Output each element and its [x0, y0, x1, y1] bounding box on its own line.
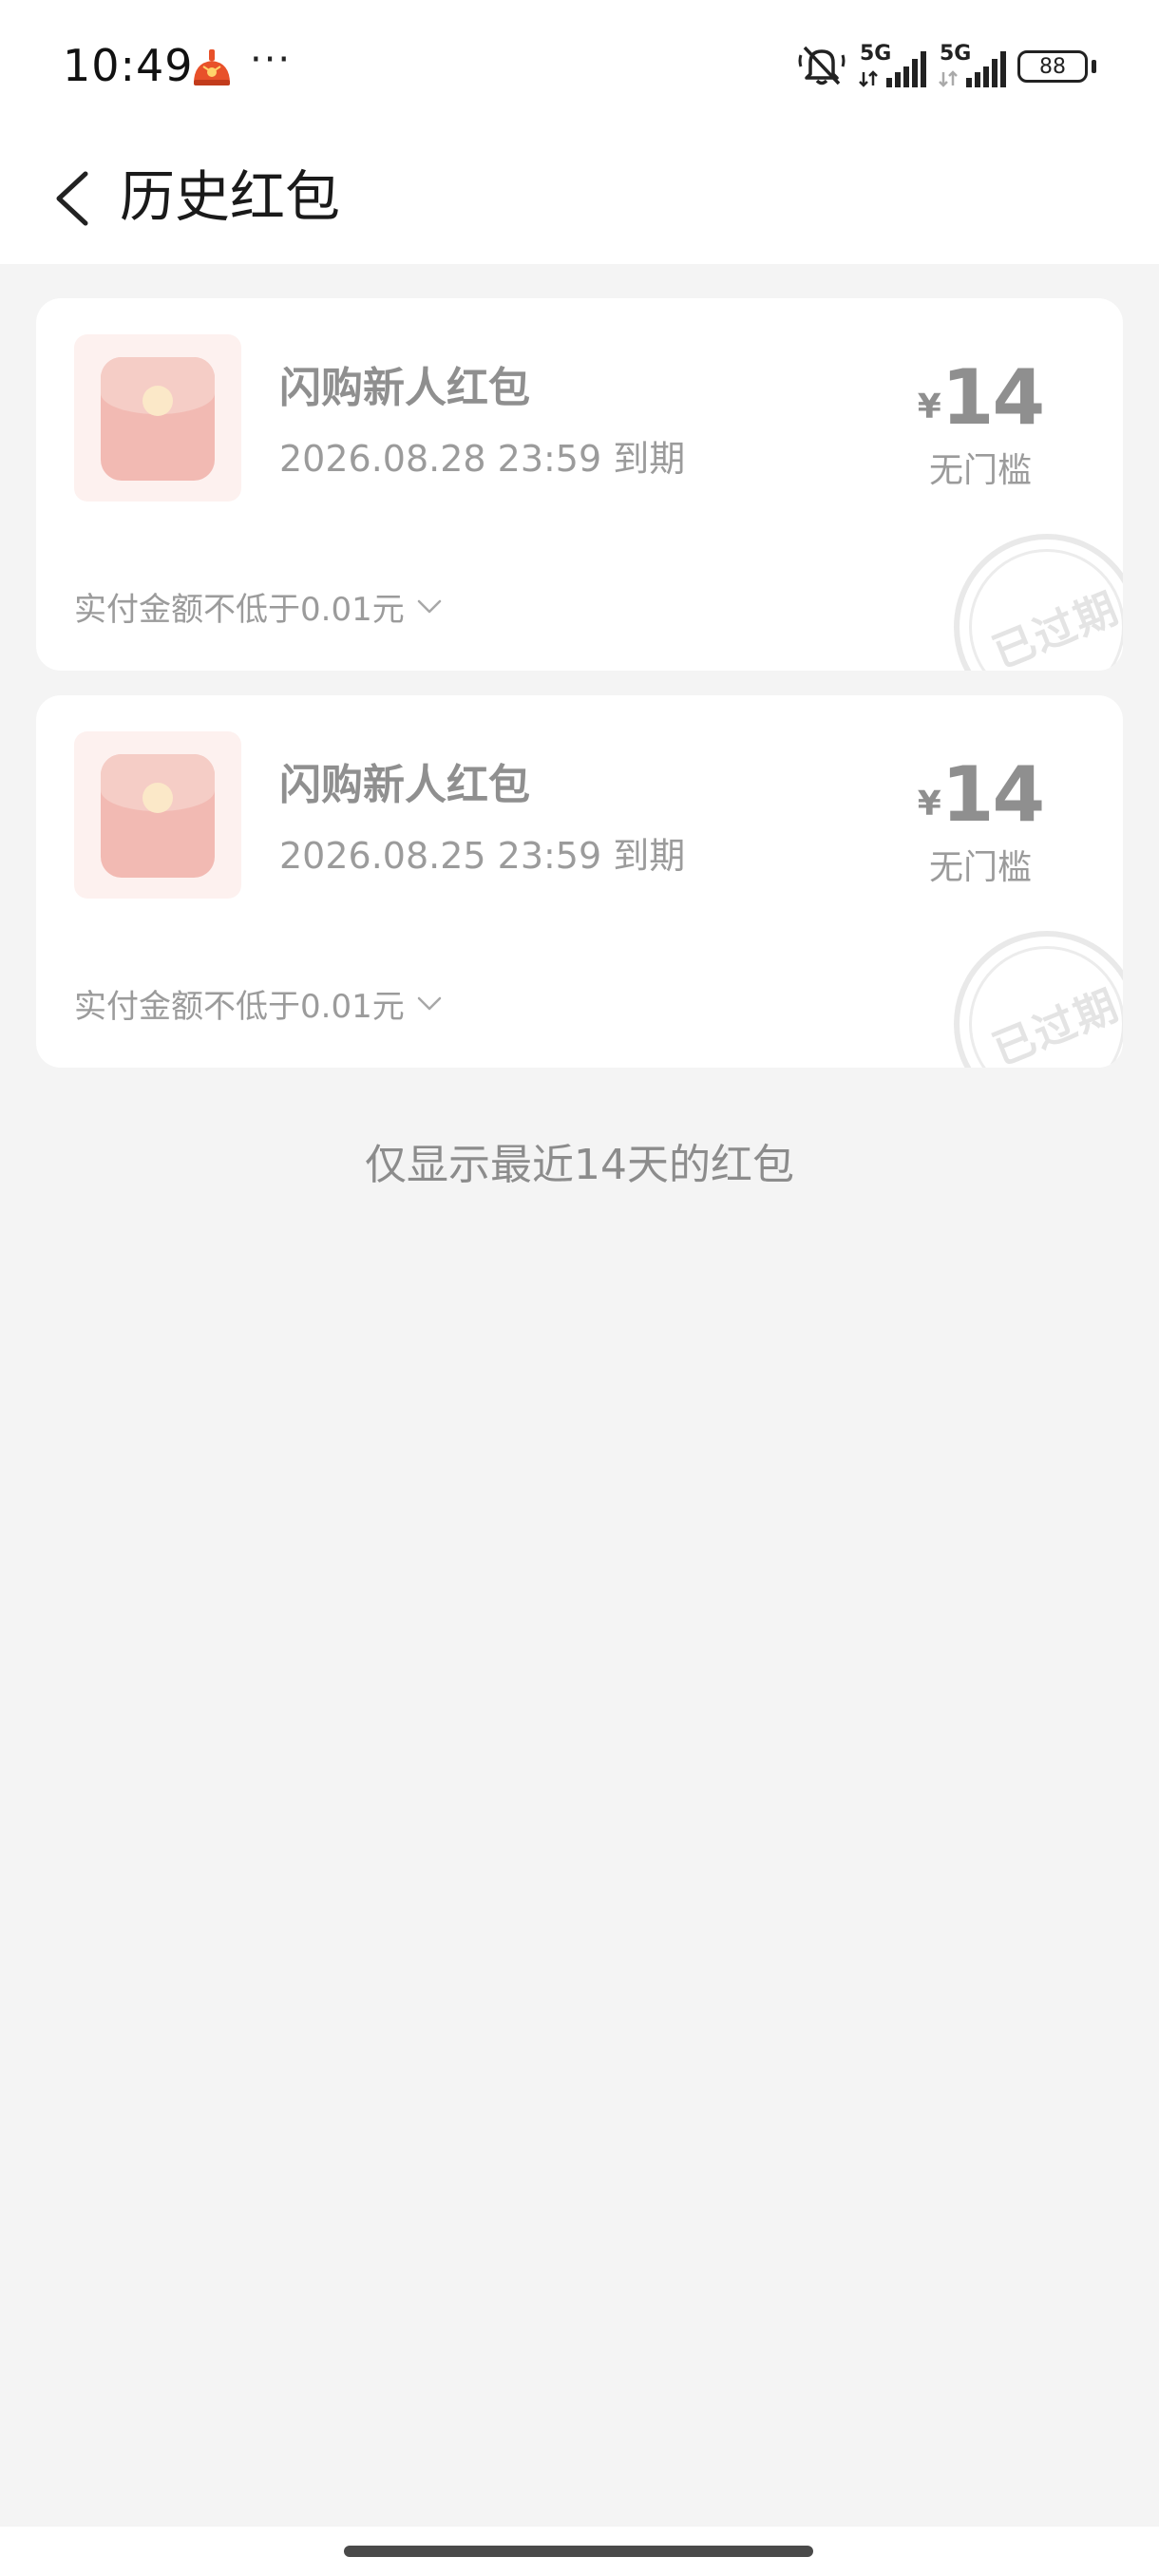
battery-icon: 88: [1017, 50, 1088, 83]
header: 历史红包: [0, 133, 1159, 264]
system-nav-bar: [0, 2527, 1159, 2576]
expired-stamp-text: 已过期: [986, 583, 1123, 671]
coupon-card[interactable]: 闪购新人红包 2026.08.28 23:59 到期 ¥14 无门槛 实付金额不…: [36, 298, 1123, 671]
expired-stamp-text: 已过期: [986, 980, 1123, 1068]
home-indicator[interactable]: [344, 2546, 813, 2557]
status-icons: 5G 5G 88: [797, 42, 1096, 91]
status-bar: 10:49 ··· 5G 5G 88: [0, 0, 1159, 133]
signal-5g-icon: 5G: [938, 42, 1006, 89]
coupon-name: 闪购新人红包: [279, 364, 530, 412]
battery-level: 88: [1039, 54, 1066, 79]
red-packet-icon: [74, 731, 241, 899]
more-notifications-icon: ···: [250, 38, 293, 82]
red-packet-icon: [74, 334, 241, 502]
coupon-threshold: 无门槛: [928, 848, 1032, 887]
chevron-left-icon: [56, 171, 88, 226]
back-button[interactable]: [34, 156, 110, 241]
coupon-amount: ¥14: [914, 353, 1047, 442]
currency-symbol: ¥: [917, 388, 941, 426]
coupon-expire-time: 2026.08.25 23:59 到期: [279, 835, 686, 877]
coupon-condition: 实付金额不低于0.01元: [74, 591, 405, 629]
currency-symbol: ¥: [917, 785, 941, 824]
page-title: 历史红包: [120, 164, 341, 229]
coupon-value: 14: [940, 353, 1045, 442]
chevron-down-icon: [417, 599, 441, 613]
coupon-condition-toggle[interactable]: 实付金额不低于0.01元: [74, 583, 443, 630]
status-time: 10:49: [63, 40, 194, 91]
coupon-expire-time: 2026.08.28 23:59 到期: [279, 438, 686, 480]
coupon-value: 14: [940, 750, 1045, 839]
coupon-name: 闪购新人红包: [279, 761, 530, 809]
silent-bell-icon: [797, 42, 846, 91]
coupon-condition: 实付金额不低于0.01元: [74, 988, 405, 1026]
app-notification-icon: [190, 46, 234, 87]
coupon-amount: ¥14: [914, 750, 1047, 839]
coupon-condition-toggle[interactable]: 实付金额不低于0.01元: [74, 980, 443, 1027]
coupon-card[interactable]: 闪购新人红包 2026.08.25 23:59 到期 ¥14 无门槛 实付金额不…: [36, 695, 1123, 1068]
battery-tip: [1092, 60, 1096, 73]
coupon-threshold: 无门槛: [928, 451, 1032, 490]
chevron-down-icon: [417, 996, 441, 1010]
expired-stamp: 已过期: [954, 534, 1123, 671]
signal-5g-icon: 5G: [858, 42, 926, 89]
history-range-note: 仅显示最近14天的红包: [365, 1141, 794, 1189]
expired-stamp: 已过期: [954, 931, 1123, 1068]
